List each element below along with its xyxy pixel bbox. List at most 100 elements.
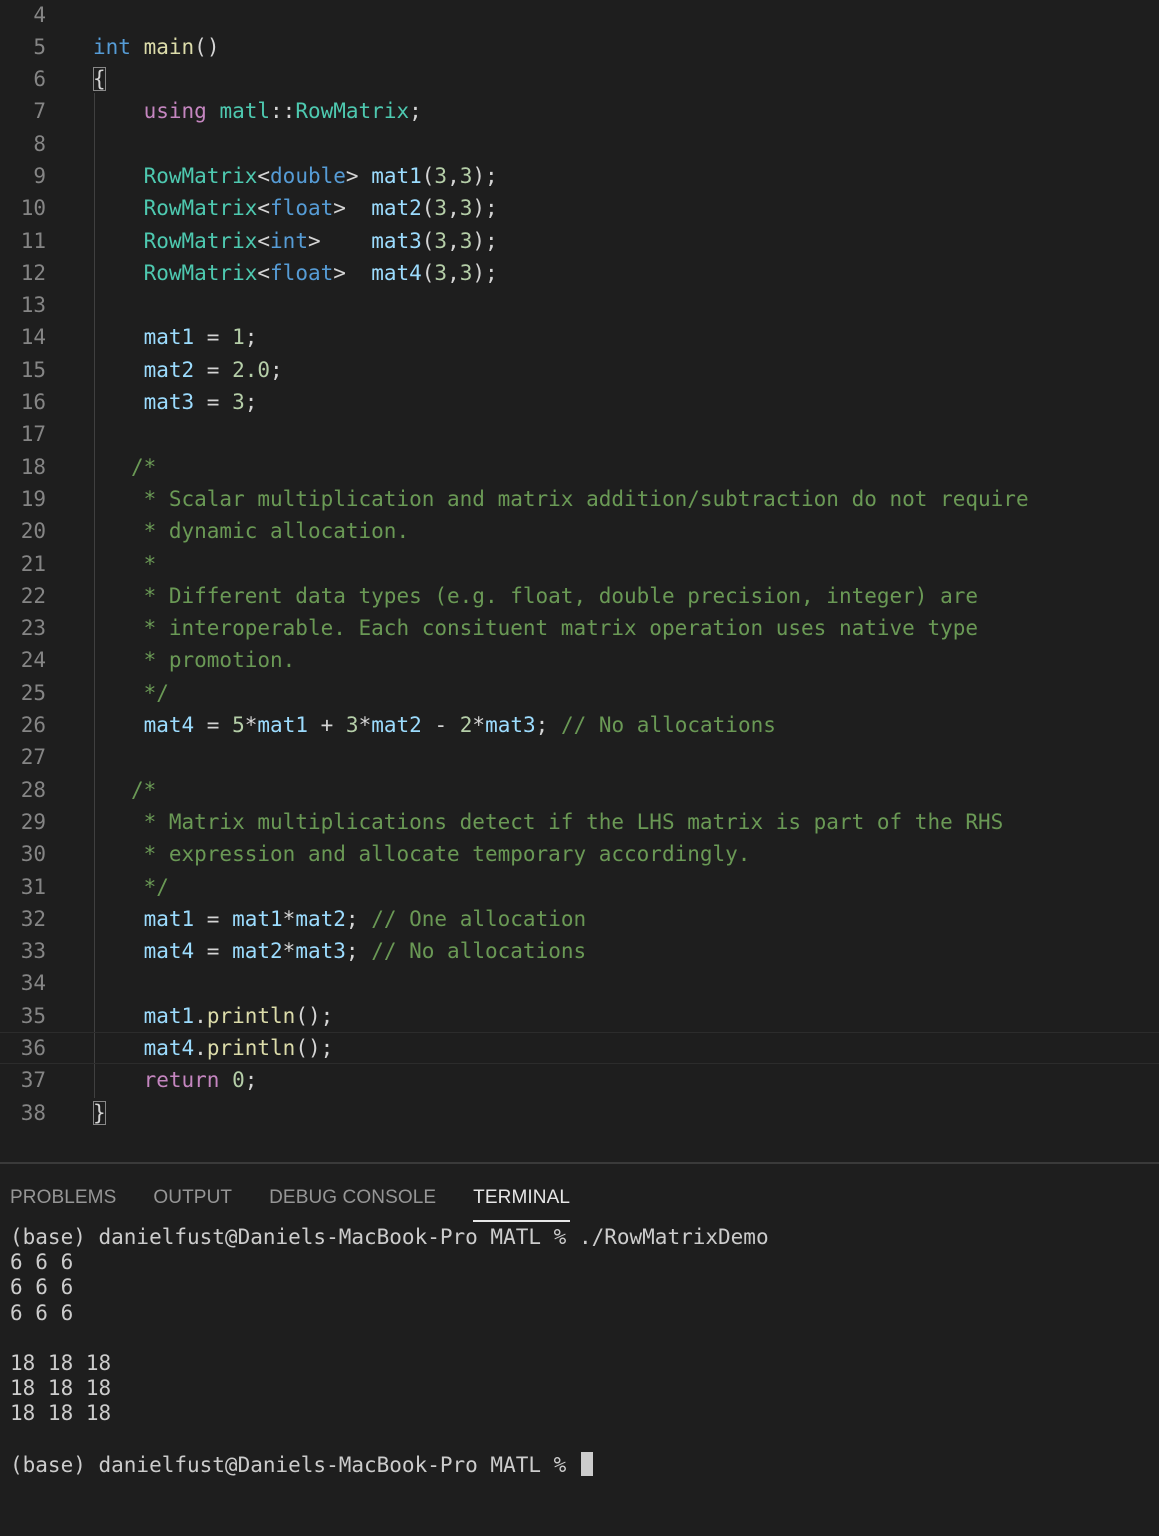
code-token: . <box>194 1003 207 1028</box>
terminal-output[interactable]: (base) danielfust@Daniels-MacBook-Pro MA… <box>10 1225 1150 1477</box>
code-line[interactable]: 5 int main() <box>0 31 1159 63</box>
code-token: ; <box>345 906 372 931</box>
code-line[interactable]: 9 RowMatrix<double> mat1(3,3); <box>0 160 1159 192</box>
code-line[interactable]: 15 mat2 = 2.0; <box>0 354 1159 386</box>
code-token: > <box>333 196 372 221</box>
code-token: * <box>472 713 486 738</box>
code-lines[interactable]: 4 5 int main() 6{7 using matl::RowMatrix; 8 9… <box>0 0 1159 1129</box>
code-token: return <box>143 1068 220 1093</box>
line-text: * Scalar multiplication and matrix addit… <box>93 483 1029 515</box>
line-text: */ <box>93 871 169 903</box>
code-token: 3 <box>434 260 448 285</box>
line-number: 32 <box>20 906 46 931</box>
tab-output[interactable]: OUTPUT <box>153 1184 232 1222</box>
code-line[interactable]: 29 * Matrix multiplications detect if th… <box>0 806 1159 838</box>
code-line[interactable]: 7 using matl::RowMatrix; <box>0 95 1159 127</box>
line-number: 19 <box>20 486 46 511</box>
code-line[interactable]: 26 mat4 = 5*mat1 + 3*mat2 - 2*mat3; // N… <box>0 709 1159 741</box>
code-line[interactable]: 32 mat1 = mat1*mat2; // One allocation <box>0 903 1159 935</box>
line-text: * Matrix multiplications detect if the L… <box>93 806 1004 838</box>
code-token: , <box>447 260 460 285</box>
code-token: mat2 <box>143 357 195 382</box>
code-token: < <box>257 228 271 253</box>
code-line[interactable]: 8 <box>0 128 1159 160</box>
terminal-line: 18 18 18 <box>10 1401 1150 1426</box>
code-token: RowMatrix <box>143 228 258 253</box>
line-number: 10 <box>20 196 46 221</box>
code-line[interactable]: 22 * Different data types (e.g. float, d… <box>0 580 1159 612</box>
code-token: double <box>270 163 346 188</box>
code-line[interactable]: 21 * <box>0 548 1159 580</box>
code-line[interactable]: 6{ <box>0 63 1159 95</box>
code-line[interactable]: 17 <box>0 418 1159 450</box>
terminal-line-text: 18 18 18 <box>10 1350 112 1375</box>
code-token: ); <box>472 196 498 221</box>
code-line[interactable]: 18 /* <box>0 451 1159 483</box>
code-line[interactable]: 14 mat1 = 1; <box>0 321 1159 353</box>
code-token: = <box>194 713 233 738</box>
code-line[interactable]: 30 * expression and allocate temporary a… <box>0 838 1159 870</box>
line-text: mat4 = mat2*mat3; // No allocations <box>93 935 587 967</box>
code-token: * <box>358 713 372 738</box>
code-token: > <box>345 163 372 188</box>
code-line[interactable]: 37 return 0; <box>0 1064 1159 1096</box>
line-number: 35 <box>20 1003 46 1028</box>
code-line[interactable]: 20 * dynamic allocation. <box>0 515 1159 547</box>
code-line[interactable]: 35 mat1.println(); <box>0 1000 1159 1032</box>
code-line[interactable]: 10 RowMatrix<float> mat2(3,3); <box>0 192 1159 224</box>
terminal-line-text: 18 18 18 <box>10 1376 112 1401</box>
code-line[interactable]: 16 mat3 = 3; <box>0 386 1159 418</box>
code-token: 3 <box>345 713 359 738</box>
code-token: ; <box>345 939 372 964</box>
code-token: mat1 <box>143 1003 195 1028</box>
code-line[interactable]: 34 <box>0 967 1159 999</box>
code-token: int <box>270 228 308 253</box>
line-text: mat1 = mat1*mat2; // One allocation <box>93 903 587 935</box>
code-token: mat2 <box>295 906 346 931</box>
line-number: 28 <box>20 777 46 802</box>
terminal-line: 6 6 6 <box>10 1275 1150 1300</box>
line-number: 27 <box>20 745 46 770</box>
code-line[interactable]: 19 * Scalar multiplication and matrix ad… <box>0 483 1159 515</box>
code-token: - <box>421 713 460 738</box>
terminal-line-text: (base) danielfust@Daniels-MacBook-Pro MA… <box>10 1452 579 1477</box>
line-number: 14 <box>20 325 46 350</box>
code-line[interactable]: 27 <box>0 741 1159 773</box>
code-line[interactable]: 25 */ <box>0 677 1159 709</box>
code-line[interactable]: 33 mat4 = mat2*mat3; // No allocations <box>0 935 1159 967</box>
code-editor[interactable]: 4 5 int main() 6{7 using matl::RowMatrix; 8 9… <box>0 0 1159 1162</box>
code-token: println <box>206 1036 296 1060</box>
code-line[interactable]: 4 <box>0 0 1159 31</box>
code-token: 3 <box>459 260 473 285</box>
code-line[interactable]: 28 /* <box>0 774 1159 806</box>
line-text: using matl::RowMatrix; <box>93 95 422 127</box>
code-token: ( <box>421 260 435 285</box>
tab-problems[interactable]: PROBLEMS <box>10 1184 116 1222</box>
code-token: mat3 <box>485 713 536 738</box>
tab-debug-console[interactable]: DEBUG CONSOLE <box>269 1184 436 1222</box>
code-token: // No allocations <box>560 713 776 738</box>
code-line[interactable]: 23 * interoperable. Each consituent matr… <box>0 612 1159 644</box>
code-token: mat2 <box>371 713 422 738</box>
code-line-current[interactable]: 36 mat4.println(); <box>0 1032 1159 1064</box>
code-line[interactable]: 11 RowMatrix<int> mat3(3,3); <box>0 225 1159 257</box>
tab-terminal[interactable]: TERMINAL <box>473 1184 571 1222</box>
code-line[interactable]: 38} <box>0 1097 1159 1129</box>
code-line[interactable]: 13 <box>0 289 1159 321</box>
code-line[interactable]: 24 * promotion. <box>0 644 1159 676</box>
code-token: 2 <box>459 713 473 738</box>
code-line[interactable]: 12 RowMatrix<float> mat4(3,3); <box>0 257 1159 289</box>
line-text: mat3 = 3; <box>93 386 258 418</box>
code-line[interactable]: 31 */ <box>0 871 1159 903</box>
